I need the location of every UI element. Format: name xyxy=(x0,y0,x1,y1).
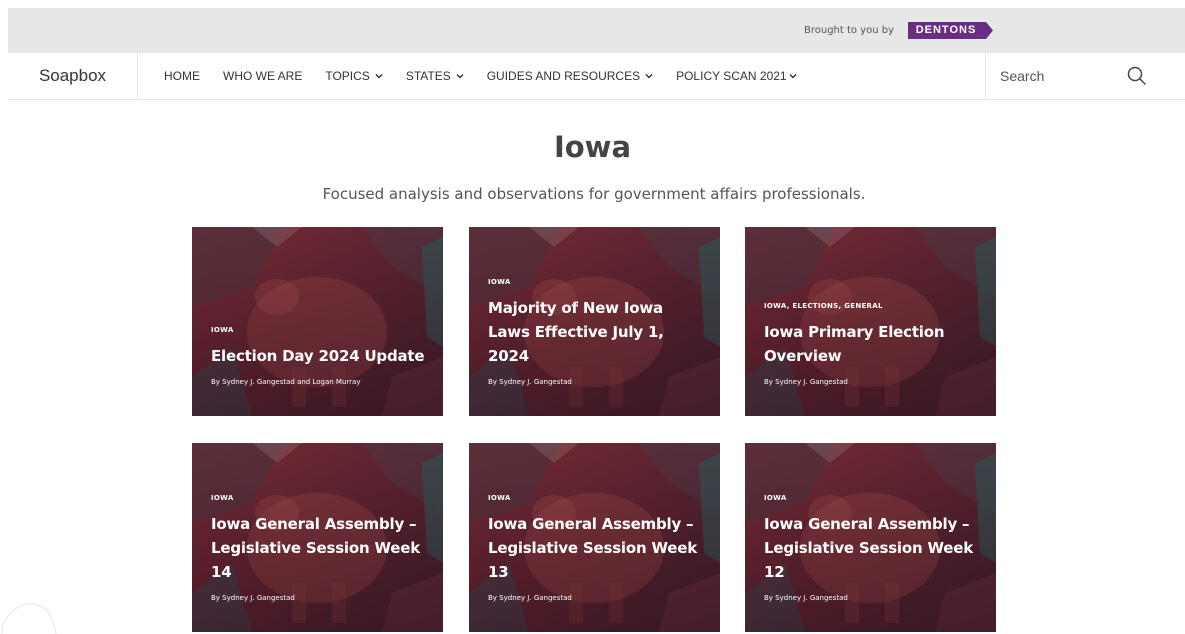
nav-item-label: POLICY SCAN 2021 xyxy=(676,69,787,83)
card-tag[interactable]: IOWA xyxy=(488,494,708,502)
card-byline: By Sydney J. Gangestad xyxy=(488,594,572,602)
sponsor-bar: Brought to you by DENTONS xyxy=(8,8,1185,53)
card-tag[interactable]: IOWA xyxy=(488,278,708,286)
card-byline: By Sydney J. Gangestad xyxy=(211,594,295,602)
card-overlay xyxy=(192,227,443,416)
site-logo[interactable]: Soapbox xyxy=(8,53,138,99)
nav-item-label: WHO WE ARE xyxy=(223,69,303,83)
article-card[interactable]: IOWA Iowa General Assembly – Legislative… xyxy=(745,443,996,632)
card-title[interactable]: Iowa General Assembly – Legislative Sess… xyxy=(211,512,431,584)
card-byline: By Sydney J. Gangestad and Logan Murray xyxy=(211,378,361,386)
dentons-logo-text: DENTONS xyxy=(915,24,977,36)
card-byline: By Sydney J. Gangestad xyxy=(764,378,848,386)
chevron-down-icon xyxy=(375,74,383,79)
nav-item-who-we-are[interactable]: WHO WE ARE xyxy=(223,69,302,83)
card-title[interactable]: Iowa General Assembly – Legislative Sess… xyxy=(488,512,708,584)
card-content: IOWA Iowa General Assembly – Legislative… xyxy=(488,494,708,602)
search-area xyxy=(985,53,1185,99)
main-nav: HOME WHO WE ARE TOPICS STATES GUIDES AND… xyxy=(164,53,820,99)
page-subtitle: Focused analysis and observations for go… xyxy=(322,185,866,203)
brought-to-you-label: Brought to you by xyxy=(804,25,895,36)
nav-item-guides-and-resources[interactable]: GUIDES AND RESOURCES xyxy=(487,69,653,83)
article-card[interactable]: IOWA Iowa General Assembly – Legislative… xyxy=(469,443,720,632)
card-content: IOWA Majority of New Iowa Laws Effective… xyxy=(488,278,708,386)
card-title[interactable]: Iowa Primary Election Overview xyxy=(764,320,984,368)
main-navbar: Soapbox HOME WHO WE ARE TOPICS STATES GU… xyxy=(8,53,1185,100)
chevron-down-icon xyxy=(789,74,797,79)
dentons-logo[interactable]: DENTONS xyxy=(908,22,993,39)
search-icon[interactable] xyxy=(1126,65,1148,87)
nav-item-label: HOME xyxy=(164,69,200,83)
nav-item-states[interactable]: STATES xyxy=(406,69,464,83)
card-content: IOWA Iowa General Assembly – Legislative… xyxy=(764,494,984,602)
card-content: IOWA Iowa General Assembly – Legislative… xyxy=(211,494,431,602)
decorative-outline xyxy=(1,603,57,634)
article-card[interactable]: IOWA Iowa General Assembly – Legislative… xyxy=(192,443,443,632)
article-card[interactable]: IOWA Election Day 2024 Update By Sydney … xyxy=(192,227,443,416)
nav-item-policy-scan-2021[interactable]: POLICY SCAN 2021 xyxy=(676,69,797,83)
card-tag[interactable]: IOWA xyxy=(764,494,984,502)
article-card[interactable]: IOWA Majority of New Iowa Laws Effective… xyxy=(469,227,720,416)
article-card[interactable]: IOWA, ELECTIONS, GENERAL Iowa Primary El… xyxy=(745,227,996,416)
search-input[interactable] xyxy=(1000,65,1120,87)
card-byline: By Sydney J. Gangestad xyxy=(488,378,572,386)
card-title[interactable]: Majority of New Iowa Laws Effective July… xyxy=(488,296,708,368)
card-title[interactable]: Election Day 2024 Update xyxy=(211,344,431,368)
card-title[interactable]: Iowa General Assembly – Legislative Sess… xyxy=(764,512,984,584)
page-title: Iowa xyxy=(553,130,632,164)
nav-item-label: TOPICS xyxy=(325,69,370,83)
chevron-down-icon xyxy=(456,74,464,79)
nav-item-label: GUIDES AND RESOURCES xyxy=(486,69,641,83)
nav-item-topics[interactable]: TOPICS xyxy=(325,69,383,83)
card-tag[interactable]: IOWA xyxy=(211,494,431,502)
card-content: IOWA Election Day 2024 Update By Sydney … xyxy=(211,326,431,386)
nav-item-label: STATES xyxy=(405,69,451,83)
card-byline: By Sydney J. Gangestad xyxy=(764,594,848,602)
chevron-down-icon xyxy=(645,74,653,79)
nav-item-home[interactable]: HOME xyxy=(164,69,200,83)
card-tag[interactable]: IOWA xyxy=(211,326,431,334)
card-tag[interactable]: IOWA, ELECTIONS, GENERAL xyxy=(764,302,984,310)
card-content: IOWA, ELECTIONS, GENERAL Iowa Primary El… xyxy=(764,302,984,386)
